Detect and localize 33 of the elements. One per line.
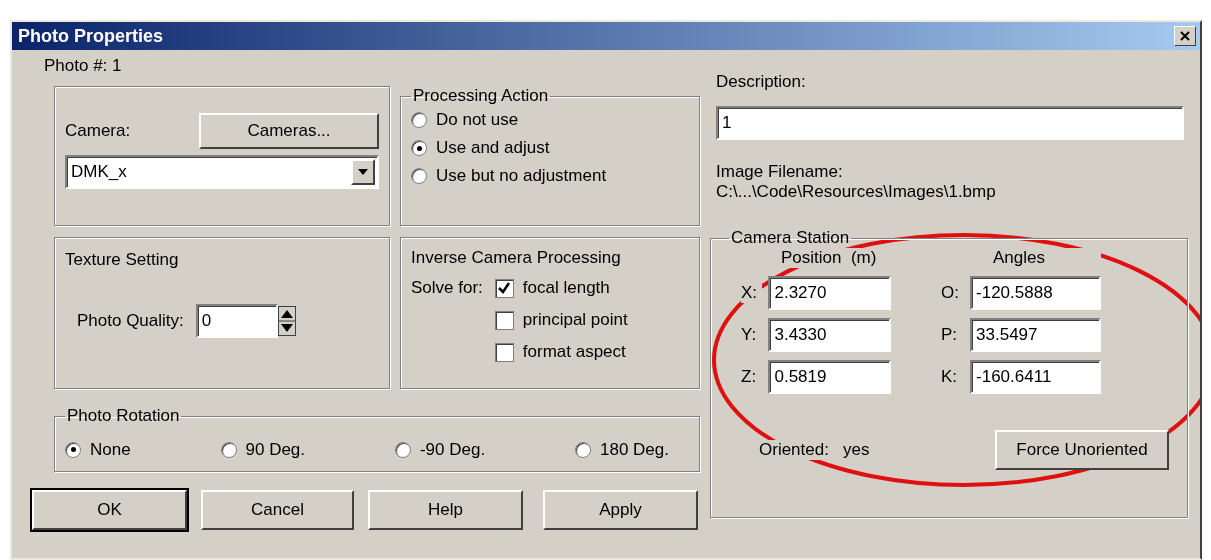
angle-field[interactable]: -120.5888 xyxy=(970,276,1101,310)
position-field[interactable]: 0.5819 xyxy=(768,360,891,394)
dialog-button[interactable]: OK xyxy=(32,490,187,530)
dropdown-arrow-icon xyxy=(358,169,368,175)
dialog-button[interactable]: Cancel xyxy=(201,490,354,530)
radio-button[interactable]: None xyxy=(65,432,131,467)
oriented-label: Oriented: xyxy=(759,440,829,460)
dialog-button[interactable]: Apply xyxy=(543,490,698,530)
close-button[interactable] xyxy=(1174,26,1196,46)
angles-header: Angles xyxy=(993,248,1101,268)
camera-dropdown[interactable]: DMK_x xyxy=(65,155,379,189)
position-field[interactable]: 2.3270 xyxy=(768,276,891,310)
dialog-button[interactable]: Help xyxy=(368,490,523,530)
group-title: Processing Action xyxy=(412,86,550,106)
radio-button[interactable]: -90 Deg. xyxy=(394,432,486,467)
radio-button[interactable]: Use and adjust xyxy=(411,138,689,158)
group-title: Photo Rotation xyxy=(66,406,181,426)
cameras-button[interactable]: Cameras... xyxy=(199,113,379,149)
force-unoriented-button[interactable]: Force Unoriented xyxy=(995,430,1169,470)
group-title: Camera Station xyxy=(730,228,851,248)
angle-field[interactable]: -160.6411 xyxy=(970,360,1101,394)
description-field[interactable]: 1 xyxy=(716,106,1184,140)
check-icon xyxy=(498,282,511,294)
spin-arrows-icon xyxy=(277,306,296,336)
radio-button[interactable]: Do not use xyxy=(411,110,689,130)
radio-button[interactable]: 90 Deg. xyxy=(220,432,306,467)
window-title: Photo Properties xyxy=(18,25,164,47)
close-icon xyxy=(1180,31,1190,41)
position-field[interactable]: 3.4330 xyxy=(768,318,891,352)
radio-button[interactable]: 180 Deg. xyxy=(574,432,669,467)
axis-label: X: xyxy=(741,283,763,303)
photo-quality-label: Photo Quality: xyxy=(77,311,184,331)
angle-field[interactable]: 33.5497 xyxy=(970,318,1101,352)
